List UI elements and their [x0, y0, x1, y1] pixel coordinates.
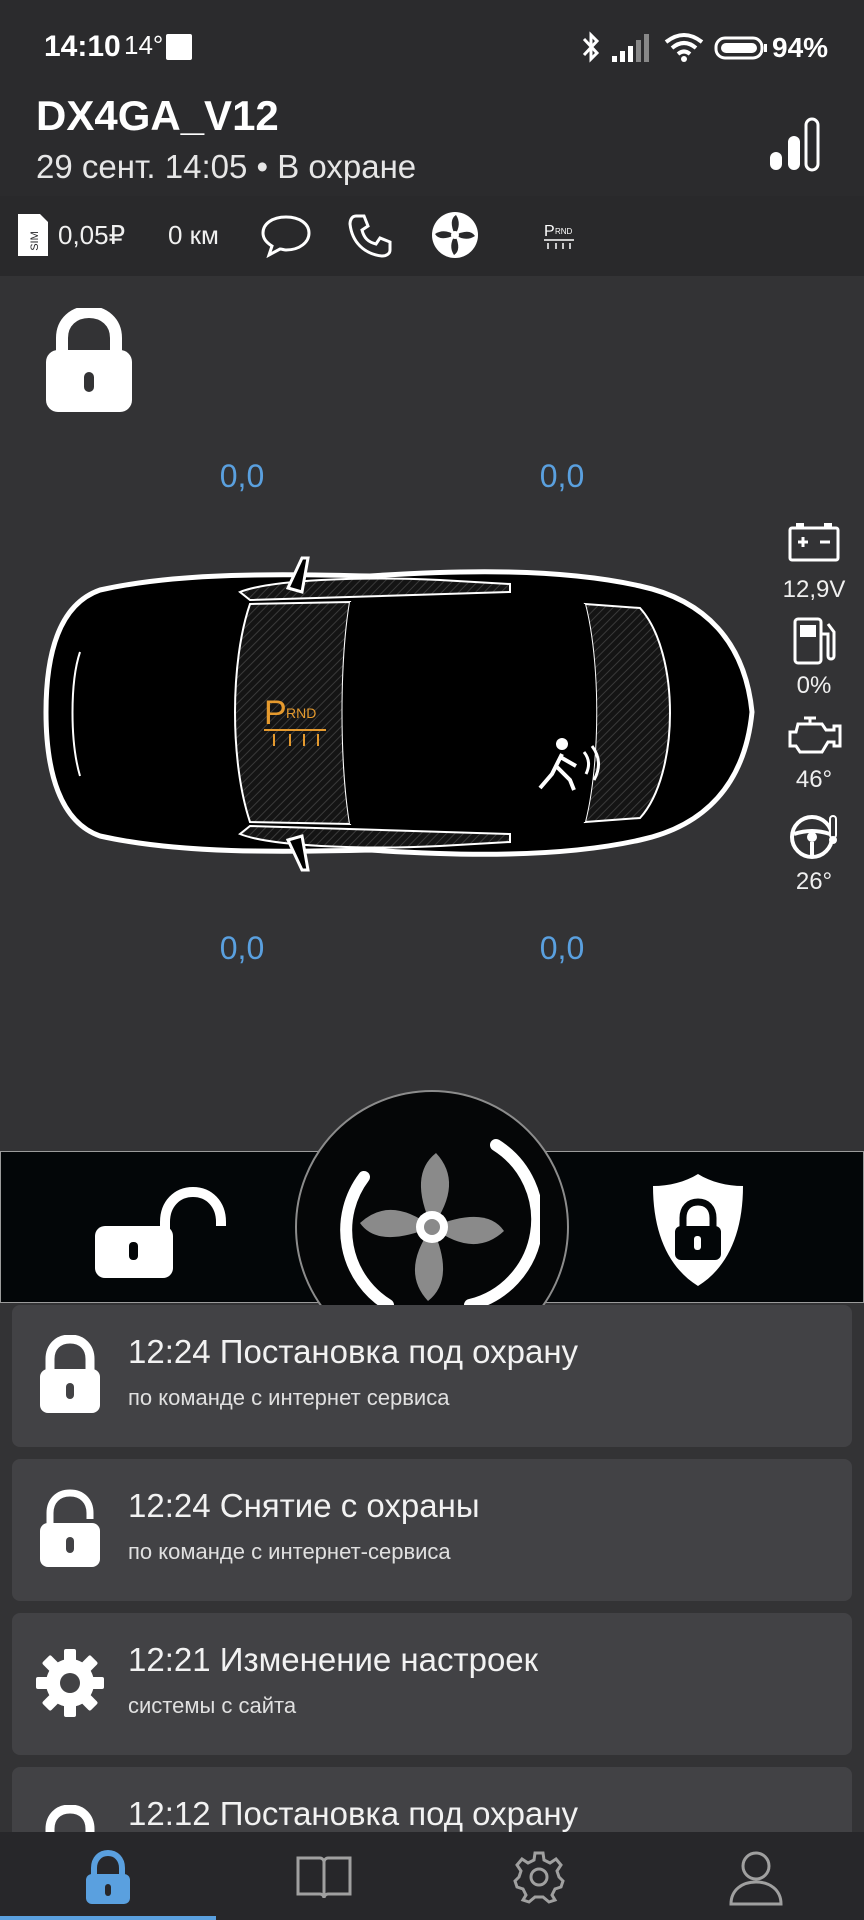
mileage: 0 км	[168, 220, 219, 250]
gear-selector-icon[interactable]: P RND	[542, 218, 576, 252]
status-temperature: 14°	[124, 30, 164, 60]
car-top-view: P RND	[43, 556, 755, 872]
engine-icon	[788, 716, 842, 754]
device-status-line: 29 сент. 14:05 • В охране	[36, 148, 417, 185]
status-bar: 14:10 14° 94%	[0, 0, 864, 74]
engine-temperature: 46°	[795, 766, 833, 793]
tire-pressure-rear-left: 0,0	[219, 930, 265, 966]
event-title: 12:24 Постановка под охрану	[128, 1333, 579, 1370]
event-description: системы с сайта	[128, 1693, 297, 1718]
chat-icon[interactable]	[260, 214, 312, 258]
event-title: 12:21 Изменение настроек	[128, 1641, 539, 1678]
notification-square-icon	[166, 34, 192, 60]
lock-closed-icon	[45, 1805, 95, 1832]
svg-text:SIM: SIM	[29, 231, 41, 251]
event-title: 12:24 Снятие с охраны	[128, 1487, 480, 1524]
event-item[interactable]: 12:21 Изменение настроек системы с сайта	[12, 1613, 852, 1755]
phone-icon[interactable]	[346, 212, 394, 260]
steering-temp-icon	[790, 815, 837, 859]
active-tab-indicator	[0, 1916, 216, 1920]
device-name: DX4GA_V12	[36, 92, 279, 139]
app-header: DX4GA_V12 29 сент. 14:05 • В охране	[0, 74, 864, 196]
arm-button[interactable]	[649, 1170, 747, 1290]
tire-pressure-front-right: 0,0	[539, 458, 585, 494]
rear-window	[583, 602, 671, 824]
cabin-temperature: 26°	[795, 868, 833, 895]
event-title: 12:12 Постановка под охрану	[128, 1795, 579, 1832]
nav-profile-tab[interactable]	[728, 1848, 784, 1906]
sim-balance: 0,05₽	[58, 220, 126, 250]
disarm-button[interactable]	[93, 1184, 237, 1280]
status-time: 14:10	[44, 30, 121, 63]
lock-status-icon	[46, 308, 132, 412]
lock-closed-icon	[40, 1335, 100, 1413]
cell-signal-icon	[612, 34, 649, 62]
lock-open-icon	[40, 1489, 100, 1567]
battery-voltage: 12,9V	[782, 576, 846, 603]
tire-pressure-rear-right: 0,0	[539, 930, 585, 966]
info-bar: SIM 0,05₽ 0 км P RND	[0, 196, 864, 276]
wifi-icon	[664, 33, 704, 62]
signal-strength-icon[interactable]	[768, 116, 822, 172]
tire-pressure-front-left: 0,0	[219, 458, 265, 494]
fuel-level: 0%	[796, 672, 832, 699]
event-description: по команде с интернет сервиса	[128, 1385, 450, 1410]
fuel-icon	[793, 617, 836, 665]
svg-text:RND: RND	[555, 227, 573, 236]
svg-text:P: P	[544, 223, 555, 240]
nav-settings-tab[interactable]	[512, 1850, 566, 1904]
gear-icon	[36, 1649, 104, 1717]
event-description: по команде с интернет-сервиса	[128, 1539, 451, 1564]
event-item[interactable]: 12:24 Снятие с охраны по команде с интер…	[12, 1459, 852, 1601]
sim-card-icon[interactable]: SIM	[16, 212, 50, 258]
car-gear-letter: P	[264, 694, 287, 732]
fan-icon[interactable]	[430, 210, 480, 260]
bluetooth-icon	[582, 31, 600, 63]
battery-icon	[714, 36, 767, 60]
bottom-navigation	[0, 1832, 864, 1920]
event-item[interactable]: 12:12 Постановка под охрану	[12, 1767, 852, 1832]
event-item[interactable]: 12:24 Постановка под охрану по команде с…	[12, 1305, 852, 1447]
climate-fan-icon	[340, 1139, 540, 1311]
nav-security-tab[interactable]	[84, 1850, 132, 1906]
nav-journal-tab[interactable]	[296, 1854, 352, 1900]
car-battery-icon	[788, 523, 840, 562]
status-battery: 94%	[772, 32, 829, 63]
car-gear-rest: RND	[286, 705, 316, 721]
